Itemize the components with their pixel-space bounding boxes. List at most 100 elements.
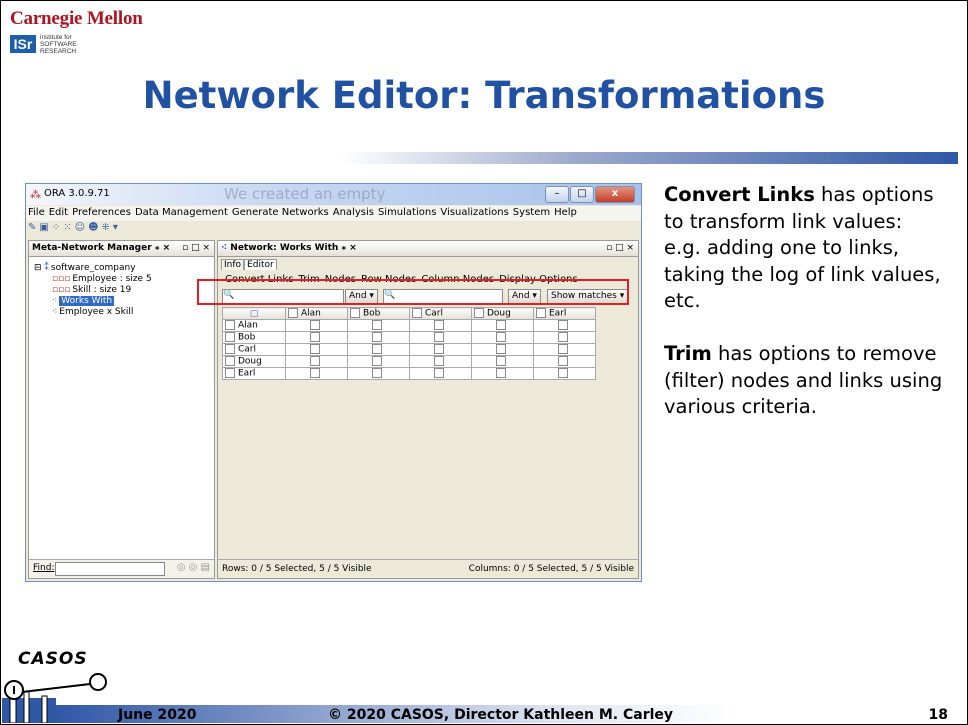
pane-controls[interactable]: ▫ □ ×: [182, 241, 210, 256]
cell[interactable]: [533, 355, 596, 368]
link-checkbox[interactable]: [372, 320, 382, 331]
network-icon[interactable]: ⁘: [52, 222, 60, 233]
dropdown-icon[interactable]: ▾: [113, 222, 118, 233]
find-nav-icons[interactable]: ◎ ◎ ▤: [177, 562, 210, 573]
cell[interactable]: [347, 331, 410, 344]
column-header[interactable]: Carl: [409, 307, 472, 320]
nodes-icon[interactable]: ⁜: [102, 222, 110, 233]
tab-info[interactable]: Info: [221, 259, 245, 270]
checkbox[interactable]: [225, 356, 235, 367]
cell[interactable]: [285, 319, 348, 332]
menu-data-management[interactable]: Data Management: [133, 206, 230, 219]
users-icon[interactable]: ☺: [75, 222, 85, 233]
link-checkbox[interactable]: [496, 356, 506, 367]
cell[interactable]: [471, 367, 534, 380]
link-checkbox[interactable]: [372, 368, 382, 379]
row-header[interactable]: Alan: [222, 319, 286, 332]
save-icon[interactable]: ▣: [39, 222, 48, 233]
cell[interactable]: [533, 331, 596, 344]
cell[interactable]: [471, 355, 534, 368]
cell[interactable]: [285, 343, 348, 356]
link-checkbox[interactable]: [558, 344, 568, 355]
checkbox[interactable]: [225, 332, 235, 343]
checkbox[interactable]: [536, 308, 546, 319]
cell[interactable]: [347, 343, 410, 356]
tree-item-employee[interactable]: ▫▫▫ Employee : size 5: [34, 274, 152, 285]
pane-pin[interactable]: ⁎ ×: [341, 243, 356, 253]
menu-edit[interactable]: Edit: [47, 206, 70, 219]
menu-help[interactable]: Help: [552, 206, 579, 219]
link-checkbox[interactable]: [558, 368, 568, 379]
matrix-icon[interactable]: ⁙: [63, 222, 71, 233]
menu-generate-networks[interactable]: Generate Networks: [230, 206, 331, 219]
tree-root[interactable]: ⊟ ⁑ software_company: [34, 263, 152, 274]
checkbox[interactable]: [350, 308, 360, 319]
cell[interactable]: [409, 355, 472, 368]
link-checkbox[interactable]: [310, 356, 320, 367]
link-checkbox[interactable]: [434, 356, 444, 367]
cell[interactable]: [471, 319, 534, 332]
link-checkbox[interactable]: [310, 320, 320, 331]
cell[interactable]: [347, 319, 410, 332]
cell[interactable]: [285, 367, 348, 380]
find-input[interactable]: [55, 562, 165, 576]
menu-file[interactable]: File: [26, 206, 47, 219]
close-button[interactable]: x: [595, 186, 635, 203]
column-header[interactable]: Alan: [285, 307, 348, 320]
link-checkbox[interactable]: [372, 356, 382, 367]
checkbox[interactable]: [225, 320, 235, 331]
link-checkbox[interactable]: [496, 368, 506, 379]
link-checkbox[interactable]: [496, 332, 506, 343]
checkbox[interactable]: [225, 368, 235, 379]
row-header[interactable]: Doug: [222, 355, 286, 368]
link-checkbox[interactable]: [434, 320, 444, 331]
cell[interactable]: [285, 331, 348, 344]
link-checkbox[interactable]: [310, 368, 320, 379]
cell[interactable]: [533, 343, 596, 356]
cell[interactable]: [347, 367, 410, 380]
cell[interactable]: [409, 319, 472, 332]
link-checkbox[interactable]: [372, 332, 382, 343]
cell[interactable]: [285, 355, 348, 368]
menu-system[interactable]: System: [511, 206, 552, 219]
cell[interactable]: [533, 367, 596, 380]
menu-preferences[interactable]: Preferences: [70, 206, 133, 219]
cell[interactable]: [533, 319, 596, 332]
row-header[interactable]: Earl: [222, 367, 286, 380]
select-all-header[interactable]: ▢: [222, 307, 286, 320]
link-checkbox[interactable]: [310, 332, 320, 343]
pane-pin[interactable]: ⁎ ×: [155, 243, 170, 253]
group-icon[interactable]: ☻: [88, 222, 98, 233]
cell[interactable]: [409, 331, 472, 344]
cell[interactable]: [471, 343, 534, 356]
tree-item-employee-x-skill[interactable]: ⁖ Employee x Skill: [34, 307, 152, 318]
cell[interactable]: [409, 343, 472, 356]
column-header[interactable]: Doug: [471, 307, 534, 320]
cell[interactable]: [347, 355, 410, 368]
menu-analysis[interactable]: Analysis: [331, 206, 376, 219]
menu-simulations[interactable]: Simulations: [376, 206, 438, 219]
checkbox[interactable]: [412, 308, 422, 319]
pane-controls[interactable]: ▫ □ ×: [606, 241, 634, 256]
tab-editor[interactable]: Editor: [244, 259, 277, 270]
cell[interactable]: [409, 367, 472, 380]
collapse-icon[interactable]: ⊟: [34, 263, 42, 273]
link-checkbox[interactable]: [496, 320, 506, 331]
maximize-button[interactable]: □: [570, 186, 594, 203]
link-checkbox[interactable]: [434, 344, 444, 355]
tree-item-works-with[interactable]: ⁖ Works With: [34, 296, 152, 307]
link-checkbox[interactable]: [434, 368, 444, 379]
checkbox[interactable]: [225, 344, 235, 355]
checkbox[interactable]: [288, 308, 298, 319]
row-header[interactable]: Bob: [222, 331, 286, 344]
column-header[interactable]: Bob: [347, 307, 410, 320]
link-checkbox[interactable]: [558, 356, 568, 367]
checkbox[interactable]: [474, 308, 484, 319]
link-checkbox[interactable]: [558, 332, 568, 343]
minimize-button[interactable]: –: [545, 186, 569, 203]
column-header[interactable]: Earl: [533, 307, 596, 320]
row-header[interactable]: Carl: [222, 343, 286, 356]
link-checkbox[interactable]: [558, 320, 568, 331]
menu-visualizations[interactable]: Visualizations: [438, 206, 510, 219]
link-checkbox[interactable]: [310, 344, 320, 355]
